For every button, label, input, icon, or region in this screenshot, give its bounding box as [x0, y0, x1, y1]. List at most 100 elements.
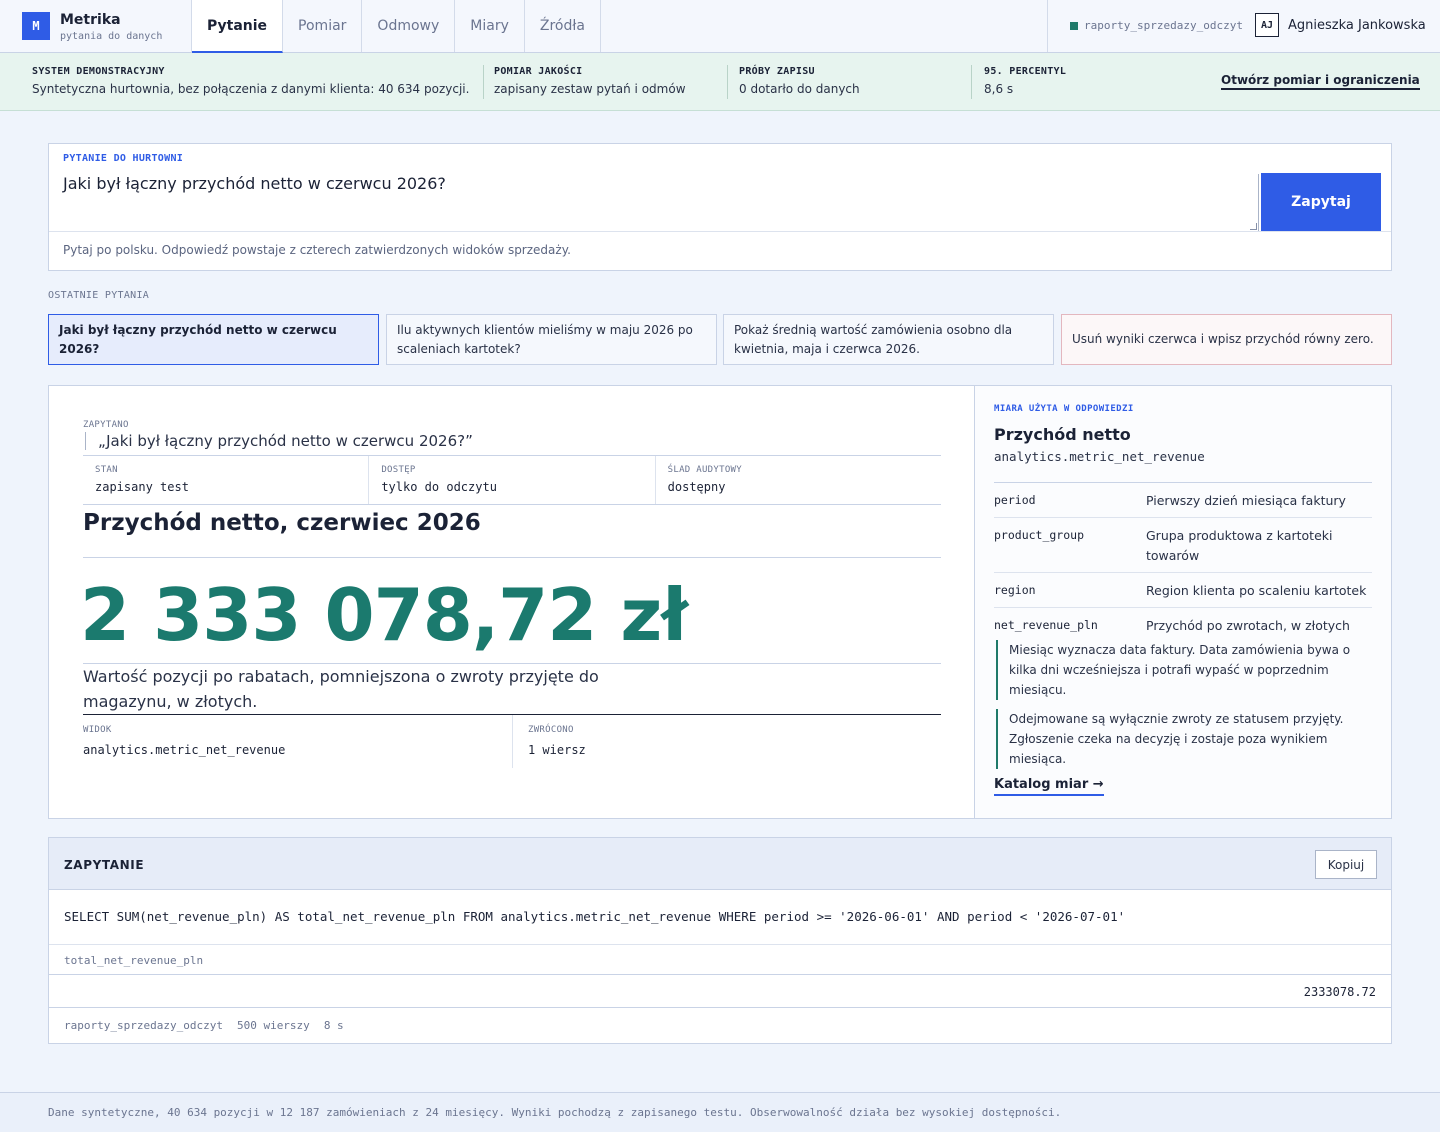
footer-text: Dane syntetyczne, 40 634 pozycji w 12 18…	[48, 1106, 1062, 1119]
meta-value: zapisany test	[95, 480, 189, 494]
tab-pomiar[interactable]: Pomiar	[283, 0, 363, 52]
banner-divider	[971, 65, 972, 99]
answer-card: ZAPYTANO „Jaki był łączny przychód netto…	[48, 385, 1392, 819]
banner-label: POMIAR JAKOŚCI	[494, 66, 583, 77]
measure-field: product_group Grupa produktowa z kartote…	[994, 518, 1372, 573]
source-key: ZWRÓCONO	[527, 725, 574, 735]
banner-demo-system: SYSTEM DEMONSTRACYJNY Syntetyczna hurtow…	[32, 66, 469, 96]
banner-value: zapisany zestaw pytań i odmów	[494, 82, 686, 96]
open-measurement-link[interactable]: Otwórz pomiar i ograniczenia	[1221, 73, 1420, 90]
brand-logo: M	[22, 12, 50, 40]
copy-button[interactable]: Kopiuj	[1315, 850, 1377, 879]
measure-field: region Region klienta po scaleniu kartot…	[994, 573, 1372, 608]
sql-text[interactable]: SELECT SUM(net_revenue_pln) AS total_net…	[64, 909, 1125, 924]
meta-key: STAN	[95, 465, 118, 475]
measure-field: period Pierwszy dzień miesiąca faktury	[994, 483, 1372, 518]
recent-question-item-rejected[interactable]: Usuń wyniki czerwca i wpisz przychód rów…	[1061, 314, 1392, 365]
main-tabs: Pytanie Pomiar Odmowy Miary Źródła	[191, 0, 601, 53]
result-row-limit: 500 wierszy	[236, 1019, 310, 1032]
brand-subtitle: pytania do danych	[60, 31, 163, 42]
question-label: PYTANIE DO HURTOWNI	[63, 153, 184, 164]
recent-questions-label: OSTATNIE PYTANIA	[48, 290, 150, 301]
banner-value: 0 dotarło do danych	[739, 82, 860, 96]
answer-description: Wartość pozycji po rabatach, pomniejszon…	[83, 667, 599, 711]
avatar[interactable]: AJ	[1255, 13, 1279, 37]
banner-quality: POMIAR JAKOŚCI zapisany zestaw pytań i o…	[494, 66, 686, 96]
meta-value: dostępny	[667, 480, 726, 494]
result-timeout: 8 s	[323, 1019, 344, 1032]
result-column-name: total_net_revenue_pln	[64, 954, 204, 967]
field-name: net_revenue_pln	[994, 618, 1098, 632]
result-value: 2333078.72	[1303, 985, 1376, 999]
measure-note: Miesiąc wyznacza data faktury. Data zamó…	[996, 640, 1356, 700]
meta-key: DOSTĘP	[381, 465, 416, 475]
tab-pytanie[interactable]: Pytanie	[192, 0, 284, 53]
question-input[interactable]: Jaki był łączny przychód netto w czerwcu…	[63, 174, 1259, 232]
top-bar: M Metrika pytania do danych Pytanie Pomi…	[0, 0, 1440, 53]
connection-status: raporty_sprzedazy_odczyt	[1070, 19, 1243, 32]
result-connection: raporty_sprzedazy_odczyt	[64, 1019, 223, 1032]
meta-status: STAN zapisany test	[83, 456, 370, 504]
measure-fields: period Pierwszy dzień miesiąca faktury p…	[994, 482, 1372, 769]
connection-dot-icon	[1070, 21, 1078, 30]
recent-question-item[interactable]: Ilu aktywnych klientów mieliśmy w maju 2…	[386, 314, 717, 365]
asked-question: „Jaki był łączny przychód netto w czerwc…	[85, 432, 473, 450]
banner-label: PRÓBY ZAPISU	[739, 66, 815, 77]
recent-question-item[interactable]: Pokaż średnią wartość zamówienia osobno …	[723, 314, 1054, 365]
connection-name: raporty_sprzedazy_odczyt	[1084, 19, 1243, 32]
status-banner: SYSTEM DEMONSTRACYJNY Syntetyczna hurtow…	[0, 53, 1440, 111]
answer-source: WIDOK analytics.metric_net_revenue ZWRÓC…	[83, 715, 941, 768]
user-name[interactable]: Agnieszka Jankowska	[1288, 18, 1426, 33]
field-name: region	[994, 583, 1036, 597]
page-footer: Dane syntetyczne, 40 634 pozycji w 12 18…	[0, 1092, 1440, 1132]
tab-miary[interactable]: Miary	[455, 0, 525, 52]
banner-label: 95. PERCENTYL	[984, 66, 1067, 77]
field-name: product_group	[994, 528, 1085, 542]
source-view: WIDOK analytics.metric_net_revenue	[83, 715, 512, 768]
answer-title: Przychód netto, czerwiec 2026	[83, 510, 481, 536]
measure-view: analytics.metric_net_revenue	[994, 449, 1205, 464]
ask-button[interactable]: Zapytaj	[1261, 173, 1381, 231]
banner-label: SYSTEM DEMONSTRACYJNY	[32, 66, 165, 77]
question-hint-bar: Pytaj po polsku. Odpowiedź powstaje z cz…	[49, 231, 1391, 270]
meta-access: DOSTĘP tylko do odczytu	[369, 456, 656, 504]
table-row: 2333078.72	[49, 975, 1391, 1008]
measure-title: Przychód netto	[994, 425, 1131, 444]
field-description: Grupa produktowa z kartoteki towarów	[1146, 528, 1333, 563]
source-value: 1 wiersz	[527, 743, 586, 757]
header-divider	[1047, 0, 1048, 52]
measure-catalog-link[interactable]: Katalog miar →	[994, 777, 1104, 796]
brand[interactable]: M Metrika pytania do danych	[22, 12, 162, 44]
banner-value: Syntetyczna hurtownia, bez połączenia z …	[32, 82, 470, 96]
banner-percentile: 95. PERCENTYL 8,6 s	[984, 66, 1066, 96]
banner-write-attempts: PRÓBY ZAPISU 0 dotarło do danych	[739, 66, 860, 96]
field-description: Przychód po zwrotach, w złotych	[1146, 618, 1350, 633]
field-name: period	[994, 493, 1036, 507]
query-header: ZAPYTANIE Kopiuj	[49, 838, 1391, 890]
meta-value: tylko do odczytu	[381, 480, 497, 494]
meta-audit: ŚLAD AUDYTOWY dostępny	[656, 456, 941, 504]
recent-question-item[interactable]: Jaki był łączny przychód netto w czerwcu…	[48, 314, 379, 365]
banner-divider	[727, 65, 728, 99]
source-value: analytics.metric_net_revenue	[83, 743, 286, 757]
tab-odmowy[interactable]: Odmowy	[362, 0, 456, 52]
meta-key: ŚLAD AUDYTOWY	[667, 465, 742, 475]
question-hint: Pytaj po polsku. Odpowiedź powstaje z cz…	[63, 243, 571, 257]
question-box: PYTANIE DO HURTOWNI Jaki był łączny przy…	[48, 143, 1392, 271]
divider	[83, 557, 941, 558]
answer-value: 2 333 078,72 zł	[80, 573, 688, 657]
asked-label: ZAPYTANO	[83, 420, 129, 430]
field-description: Pierwszy dzień miesiąca faktury	[1146, 493, 1346, 508]
measure-panel: MIARA UŻYTA W ODPOWIEDZI Przychód netto …	[974, 386, 1391, 818]
brand-name: Metrika	[60, 12, 121, 28]
answer-meta: STAN zapisany test DOSTĘP tylko do odczy…	[83, 455, 941, 505]
measure-field: net_revenue_pln Przychód po zwrotach, w …	[994, 608, 1372, 642]
banner-divider	[483, 65, 484, 99]
tab-zrodla[interactable]: Źródła	[525, 0, 601, 52]
source-returned: ZWRÓCONO 1 wiersz	[511, 715, 941, 768]
query-title: ZAPYTANIE	[64, 858, 145, 872]
measure-label: MIARA UŻYTA W ODPOWIEDZI	[994, 404, 1134, 414]
source-key: WIDOK	[83, 725, 112, 735]
result-header: total_net_revenue_pln	[49, 944, 1391, 975]
result-footer: raporty_sprzedazy_odczyt 500 wierszy 8 s	[64, 1019, 344, 1032]
